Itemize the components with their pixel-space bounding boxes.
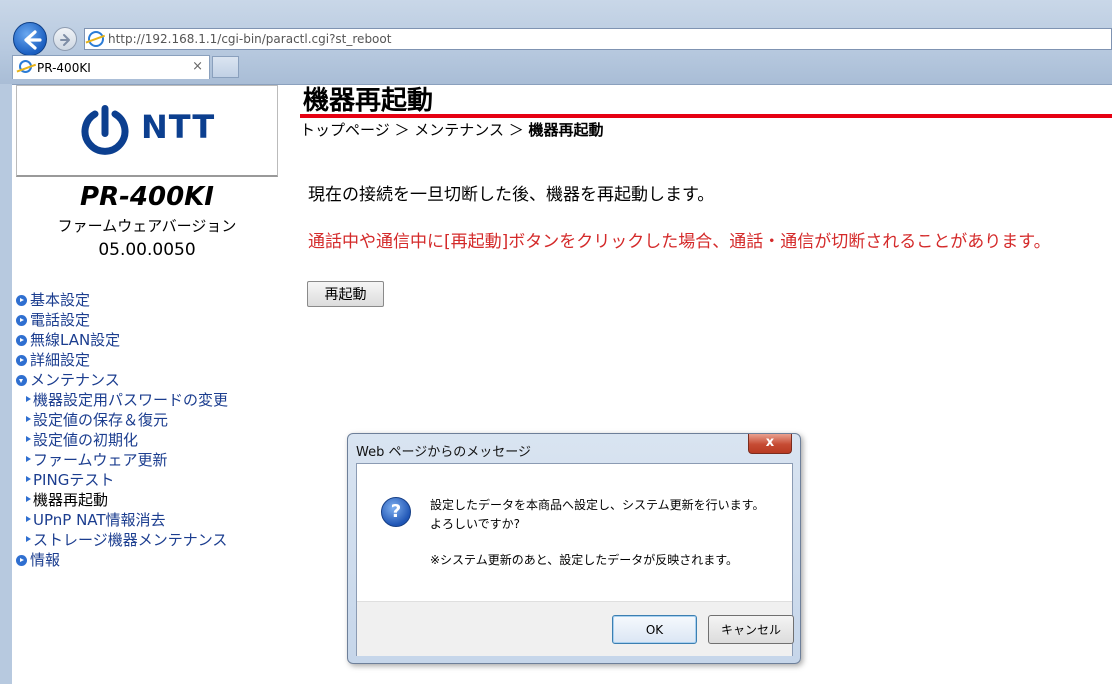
sidebar-subitem-storage-maintenance[interactable]: ストレージ機器メンテナンス: [16, 530, 286, 550]
sidebar-item-info[interactable]: 情報: [16, 550, 286, 570]
tab-title: PR-400KI: [37, 61, 91, 75]
sidebar-item-label: 詳細設定: [30, 351, 91, 369]
sidebar-item-label: 情報: [30, 551, 61, 569]
dialog-body: ? 設定したデータを本商品へ設定し、システム更新を行います。 よろしいですか? …: [356, 463, 794, 656]
breadcrumb: トップページ ＞ メンテナンス ＞ 機器再起動: [300, 119, 604, 140]
reboot-button[interactable]: 再起動: [307, 281, 384, 307]
triangle-bullet-icon: [26, 436, 31, 442]
sidebar-subitem-label: 設定値の初期化: [33, 431, 139, 449]
sidebar-subitem-label: 機器設定用パスワードの変更: [33, 391, 229, 409]
sidebar-subitem-label: ファームウェア更新: [33, 451, 168, 469]
bullet-arrow-icon: [16, 355, 27, 366]
sidebar-subitem-reboot: 機器再起動: [16, 490, 286, 510]
dialog-title: Web ページからのメッセージ: [356, 445, 531, 460]
breadcrumb-top-link[interactable]: トップページ: [300, 121, 390, 139]
ntt-mark-icon: [81, 105, 129, 155]
dialog-message-line2: よろしいですか?: [430, 517, 521, 531]
dialog-note: ※システム更新のあと、設定したデータが反映されます。: [430, 553, 739, 567]
firmware-version: 05.00.0050: [98, 240, 196, 260]
forward-button[interactable]: [53, 27, 77, 51]
sidebar-subitem-label: ストレージ機器メンテナンス: [33, 531, 228, 549]
tab-pr400ki[interactable]: PR-400KI ×: [12, 55, 210, 79]
dialog-footer: OK キャンセル: [357, 601, 794, 656]
sidebar-subitem-upnp-clear[interactable]: UPnP NAT情報消去: [16, 510, 286, 530]
logo-text: NTT: [141, 108, 216, 146]
sidebar-item-label: 無線LAN設定: [30, 331, 121, 349]
breadcrumb-current: 機器再起動: [528, 121, 604, 139]
breadcrumb-separator: ＞: [503, 121, 529, 139]
page-title: 機器再起動: [303, 86, 434, 116]
sidebar-subitem-save-restore[interactable]: 設定値の保存＆復元: [16, 410, 286, 430]
address-bar[interactable]: http://192.168.1.1/cgi-bin/paractl.cgi?s…: [84, 28, 1112, 50]
tab-close-icon[interactable]: ×: [192, 59, 203, 74]
cancel-button[interactable]: キャンセル: [708, 615, 794, 644]
forward-arrow-icon: [60, 34, 70, 46]
address-url: http://192.168.1.1/cgi-bin/paractl.cgi?s…: [108, 32, 392, 46]
sidebar-item-label: 基本設定: [30, 291, 91, 309]
sidebar-item-advanced-settings[interactable]: 詳細設定: [16, 350, 286, 370]
ie-page-icon: [88, 31, 104, 47]
sidebar-menu: 基本設定 電話設定 無線LAN設定 詳細設定 メンテナンス 機器設定用パスワード…: [16, 290, 286, 570]
firmware-label: ファームウェアバージョン: [57, 217, 237, 235]
tab-ie-icon: [19, 60, 32, 73]
triangle-bullet-icon: [26, 516, 31, 522]
ntt-logo: NTT: [16, 85, 278, 177]
reboot-description: 現在の接続を一旦切断した後、機器を再起動します。: [308, 185, 715, 205]
sidebar-subitem-firmware-update[interactable]: ファームウェア更新: [16, 450, 286, 470]
back-arrow-icon: [24, 30, 42, 50]
bullet-expanded-icon: [16, 375, 27, 386]
sidebar-item-phone-settings[interactable]: 電話設定: [16, 310, 286, 330]
back-button[interactable]: [13, 22, 47, 56]
sidebar-item-label: 電話設定: [30, 311, 91, 329]
new-tab-button[interactable]: [212, 56, 239, 78]
dialog-message-line1: 設定したデータを本商品へ設定し、システム更新を行います。: [430, 498, 765, 512]
confirm-dialog: Web ページからのメッセージ x ? 設定したデータを本商品へ設定し、システム…: [347, 433, 801, 664]
bullet-arrow-icon: [16, 315, 27, 326]
breadcrumb-maintenance-link[interactable]: メンテナンス: [414, 121, 504, 139]
triangle-bullet-icon: [26, 536, 31, 542]
bullet-arrow-icon: [16, 335, 27, 346]
model-name: PR-400KI: [80, 182, 214, 212]
sidebar-item-maintenance[interactable]: メンテナンス: [16, 370, 286, 390]
sidebar-subitem-label: 設定値の保存＆復元: [33, 411, 169, 429]
breadcrumb-separator: ＞: [389, 121, 415, 139]
tab-bar: PR-400KI ×: [0, 54, 1112, 84]
dialog-close-button[interactable]: x: [748, 434, 792, 454]
title-underline: [300, 114, 1112, 118]
sidebar-subitem-label: 機器再起動: [33, 491, 109, 509]
triangle-bullet-icon: [26, 396, 31, 402]
sidebar-subitem-password-change[interactable]: 機器設定用パスワードの変更: [16, 390, 286, 410]
sidebar-item-label: メンテナンス: [30, 371, 120, 389]
triangle-bullet-icon: [26, 416, 31, 422]
ok-button[interactable]: OK: [612, 615, 697, 644]
triangle-bullet-icon: [26, 496, 31, 502]
browser-chrome: http://192.168.1.1/cgi-bin/paractl.cgi?s…: [0, 0, 1112, 85]
bullet-arrow-icon: [16, 295, 27, 306]
triangle-bullet-icon: [26, 476, 31, 482]
triangle-bullet-icon: [26, 456, 31, 462]
sidebar-subitem-factory-reset[interactable]: 設定値の初期化: [16, 430, 286, 450]
sidebar-item-basic-settings[interactable]: 基本設定: [16, 290, 286, 310]
sidebar-subitem-label: UPnP NAT情報消去: [33, 511, 166, 529]
window-frame-left: [0, 84, 12, 684]
sidebar-item-wireless-lan-settings[interactable]: 無線LAN設定: [16, 330, 286, 350]
question-icon: ?: [381, 497, 411, 527]
sidebar-subitem-label: PINGテスト: [33, 471, 115, 489]
sidebar-subitem-ping-test[interactable]: PINGテスト: [16, 470, 286, 490]
bullet-arrow-icon: [16, 555, 27, 566]
reboot-warning: 通話中や通信中に[再起動]ボタンをクリックした場合、通話・通信が切断されることが…: [308, 232, 1051, 252]
